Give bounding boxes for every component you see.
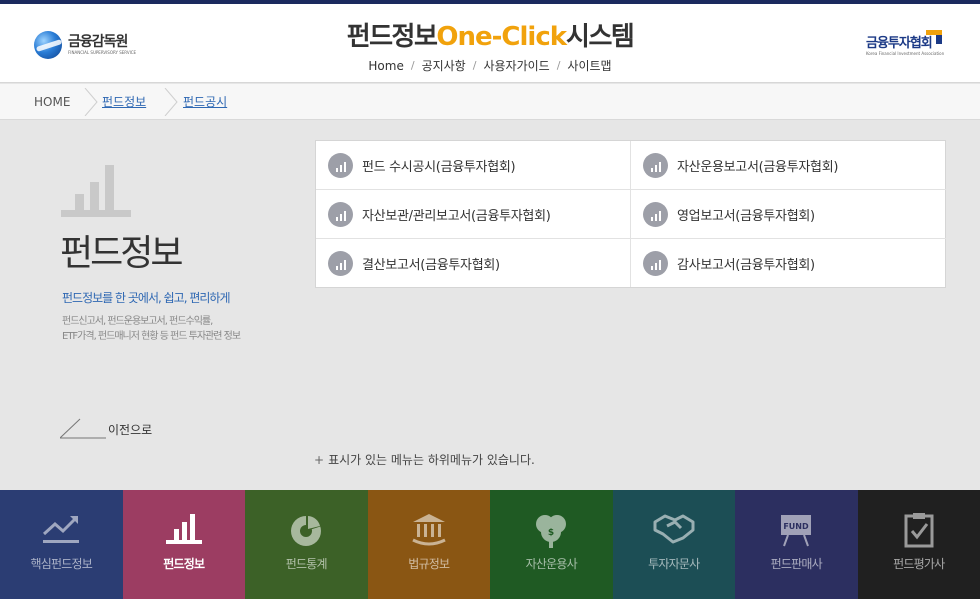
tile-label: 펀드판매사: [770, 557, 823, 571]
submenu-item-label: 감사보고서(금융투자협회): [677, 257, 815, 273]
fss-logo-sub: FINANCIAL SUPERVISORY SERVICE: [68, 50, 137, 55]
breadcrumb-fund-disclosure[interactable]: 펀드공시: [183, 84, 227, 120]
submenu-notice: + 표시가 있는 메뉴는 하위메뉴가 있습니다.: [314, 451, 535, 468]
section-tagline: 펀드정보를 한 곳에서, 쉽고, 편리하게: [62, 291, 230, 305]
tile-fund-statistics[interactable]: 펀드통계: [245, 490, 368, 599]
top-nav: Home / 공지사항 / 사용자가이드 / 사이트맵: [330, 57, 650, 74]
bar-chart-icon: [328, 152, 353, 178]
chevron-right-icon: [164, 88, 178, 116]
bar-chart-icon: [61, 165, 131, 217]
submenu-item-label: 자산보관/관리보고서(금융투자협회): [362, 208, 551, 224]
site-title-prefix: 펀드정보: [346, 22, 438, 52]
submenu-item[interactable]: 펀드 수시공시(금융투자협회): [316, 141, 631, 190]
clipboard-check-icon: [904, 513, 934, 548]
svg-text:$: $: [548, 528, 554, 538]
back-arrow-icon: [60, 418, 106, 439]
nav-sitemap[interactable]: 사이트맵: [567, 57, 611, 74]
site-title: 펀드정보One-Click시스템: [330, 16, 650, 53]
tile-fund-info[interactable]: 펀드정보: [122, 490, 245, 599]
nav-user-guide[interactable]: 사용자가이드: [483, 57, 549, 74]
submenu-item-label: 자산운용보고서(금융투자협회): [677, 159, 839, 175]
nav-home[interactable]: Home: [368, 59, 403, 73]
handshake-icon: [653, 514, 695, 544]
building-icon: [412, 514, 446, 546]
money-tree-icon: $: [536, 515, 567, 548]
nav-notice[interactable]: 공지사항: [422, 57, 466, 74]
fss-globe-icon: [34, 31, 62, 59]
submenu-item-label: 펀드 수시공시(금융투자협회): [362, 159, 516, 175]
submenu-item[interactable]: 영업보고서(금융투자협회): [631, 190, 946, 239]
fss-logo[interactable]: 금융감독원 FINANCIAL SUPERVISORY SERVICE: [34, 31, 136, 59]
tile-core-fund-info[interactable]: 핵심펀드정보: [0, 490, 123, 599]
tile-investment-advisors[interactable]: 투자자문사: [612, 490, 735, 599]
nav-separator: /: [410, 59, 415, 72]
bar-chart-icon: [643, 250, 668, 276]
site-title-accent: One-Click: [436, 22, 567, 52]
tile-regulation-info[interactable]: 법규정보: [367, 490, 490, 599]
fss-logo-name: 금융감독원: [68, 34, 128, 50]
tile-label: 펀드정보: [163, 557, 205, 571]
submenu-grid: 펀드 수시공시(금융투자협회) 자산운용보고서(금융투자협회) 자산보관/관리보…: [315, 140, 946, 288]
submenu-item[interactable]: 자산운용보고서(금융투자협회): [631, 141, 946, 190]
kofia-logo-sub: Korea Financial Investment Association: [866, 51, 945, 56]
submenu-item[interactable]: 자산보관/관리보고서(금융투자협회): [316, 190, 631, 239]
nav-separator: /: [556, 59, 561, 72]
svg-text:FUND: FUND: [784, 522, 810, 531]
submenu-item-label: 결산보고서(금융투자협회): [362, 257, 500, 273]
section-panel: 펀드정보 펀드정보를 한 곳에서, 쉽고, 편리하게 펀드신고서, 펀드운용보고…: [0, 121, 300, 490]
section-description: 펀드신고서, 펀드운용보고서, 펀드수익률, ETF가격, 펀드매니저 현황 등…: [62, 314, 241, 344]
tile-label: 법규정보: [408, 557, 450, 571]
tile-fund-raters[interactable]: 펀드평가사: [857, 490, 980, 599]
fund-board-icon: FUND: [781, 515, 812, 547]
category-tiles: 핵심펀드정보 펀드정보 펀드통계 법규정보 $ 자산운용사 투자자문사 FUND…: [0, 490, 980, 599]
bar-chart-icon: [643, 201, 668, 227]
back-button[interactable]: 이전으로: [60, 418, 152, 440]
section-title: 펀드정보: [60, 233, 183, 274]
kofia-logo[interactable]: 금융투자협회 Korea Financial Investment Associ…: [866, 30, 945, 56]
bar-chart-icon: [328, 201, 353, 227]
tile-label: 자산운용사: [525, 557, 578, 571]
submenu-item[interactable]: 결산보고서(금융투자협회): [316, 239, 631, 287]
kofia-mark-icon: [926, 30, 942, 44]
site-header: 금융감독원 FINANCIAL SUPERVISORY SERVICE 펀드정보…: [0, 4, 980, 83]
bar-chart-icon: [328, 250, 353, 276]
tile-label: 투자자문사: [648, 557, 700, 571]
submenu-item[interactable]: 감사보고서(금융투자협회): [631, 239, 946, 287]
section-description-line: ETF가격, 펀드매니저 현황 등 펀드 투자관련 정보: [62, 331, 241, 342]
nav-separator: /: [472, 59, 477, 72]
site-title-suffix: 시스템: [566, 22, 635, 52]
breadcrumb-home[interactable]: HOME: [34, 84, 70, 120]
tile-label: 펀드평가사: [893, 557, 945, 571]
tile-asset-managers[interactable]: $ 자산운용사: [490, 490, 613, 599]
back-label: 이전으로: [108, 422, 153, 437]
tile-label: 핵심펀드정보: [30, 557, 93, 571]
plus-icon: +: [314, 453, 325, 467]
tile-label: 펀드통계: [285, 557, 328, 571]
submenu-item-label: 영업보고서(금융투자협회): [677, 208, 815, 224]
breadcrumb-fund-info[interactable]: 펀드정보: [102, 84, 146, 120]
pie-chart-icon: [291, 514, 323, 546]
submenu-notice-text: 표시가 있는 메뉴는 하위메뉴가 있습니다.: [328, 453, 535, 467]
section-description-line: 펀드신고서, 펀드운용보고서, 펀드수익률,: [62, 316, 213, 327]
trend-up-icon: [43, 516, 80, 543]
breadcrumb: HOME 펀드정보 펀드공시: [0, 84, 980, 120]
bar-chart-icon: [643, 152, 668, 178]
bar-chart-icon: [165, 514, 202, 544]
tile-fund-distributors[interactable]: FUND 펀드판매사: [735, 490, 858, 599]
chevron-right-icon: [84, 88, 98, 116]
